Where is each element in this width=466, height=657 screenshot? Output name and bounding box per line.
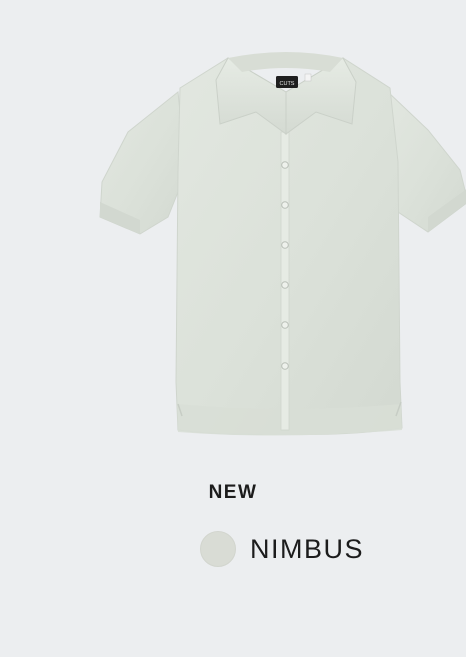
new-badge: NEW bbox=[208, 482, 258, 503]
product-card[interactable]: CUTS NEW NIMBUS bbox=[0, 0, 466, 657]
brand-label-text: CUTS bbox=[280, 81, 295, 87]
polo-shirt-image[interactable]: CUTS bbox=[98, 52, 466, 440]
color-swatch-nimbus[interactable] bbox=[200, 531, 236, 567]
color-name-label: NIMBUS bbox=[250, 533, 365, 564]
color-selector[interactable]: NIMBUS bbox=[200, 530, 364, 568]
